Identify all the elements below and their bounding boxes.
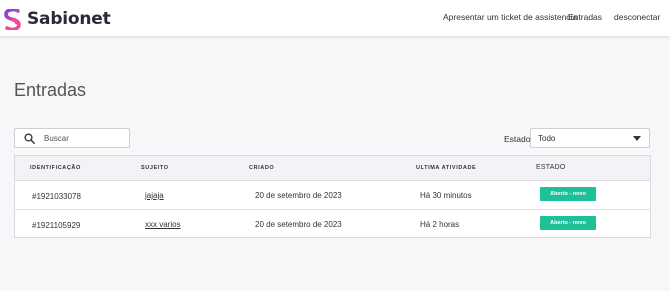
search-input[interactable]: [44, 131, 124, 145]
column-header-id[interactable]: IDENTIFICAÇÃO: [30, 165, 81, 171]
ticket-subject-link[interactable]: jajaja: [145, 191, 164, 200]
table-row[interactable]: #1921105929 xxx varios 20 de setembro de…: [15, 210, 650, 239]
nav-entries-link[interactable]: Entradas: [568, 12, 602, 22]
ticket-last-activity: Há 2 horas: [420, 220, 460, 229]
status-badge: Aberto - novo: [540, 216, 596, 230]
table-header: IDENTIFICAÇÃO SUJEITO CRIADO ULTIMA ATIV…: [15, 156, 650, 181]
ticket-created-date: 20 de setembro de 2023: [255, 220, 342, 229]
ticket-subject-link[interactable]: xxx varios: [145, 220, 181, 229]
table-row[interactable]: #1921033078 jajaja 20 de setembro de 202…: [15, 181, 650, 210]
status-badge: Aberto - novo: [540, 187, 596, 201]
brand-logo[interactable]: Sabionet: [4, 8, 111, 30]
ticket-last-activity: Há 30 minutos: [420, 191, 472, 200]
sabionet-logo-icon: [4, 8, 21, 30]
tickets-table: IDENTIFICAÇÃO SUJEITO CRIADO ULTIMA ATIV…: [14, 155, 651, 238]
column-header-state: ESTADO: [536, 164, 566, 171]
chevron-down-icon: [633, 136, 641, 141]
search-box[interactable]: [14, 128, 130, 148]
column-header-subject[interactable]: SUJEITO: [141, 165, 169, 171]
nav-logout-link[interactable]: desconectar: [614, 12, 660, 22]
state-filter-select[interactable]: Todo: [530, 128, 650, 148]
brand-name: Sabionet: [27, 9, 111, 29]
ticket-id: #1921033078: [32, 192, 81, 201]
search-icon: [24, 133, 35, 144]
state-filter-value: Todo: [538, 134, 556, 143]
top-navbar: Sabionet Apresentar um ticket de assiste…: [0, 0, 670, 36]
column-header-last-activity[interactable]: ULTIMA ATIVIDADE: [416, 165, 476, 171]
nav-submit-ticket-link[interactable]: Apresentar um ticket de assistencia: [443, 12, 577, 22]
ticket-created-date: 20 de setembro de 2023: [255, 191, 342, 200]
ticket-id: #1921105929: [32, 221, 81, 230]
column-header-created[interactable]: CRIADO: [249, 165, 274, 171]
state-filter-label: Estado: [504, 134, 531, 144]
page-title: Entradas: [14, 80, 87, 100]
